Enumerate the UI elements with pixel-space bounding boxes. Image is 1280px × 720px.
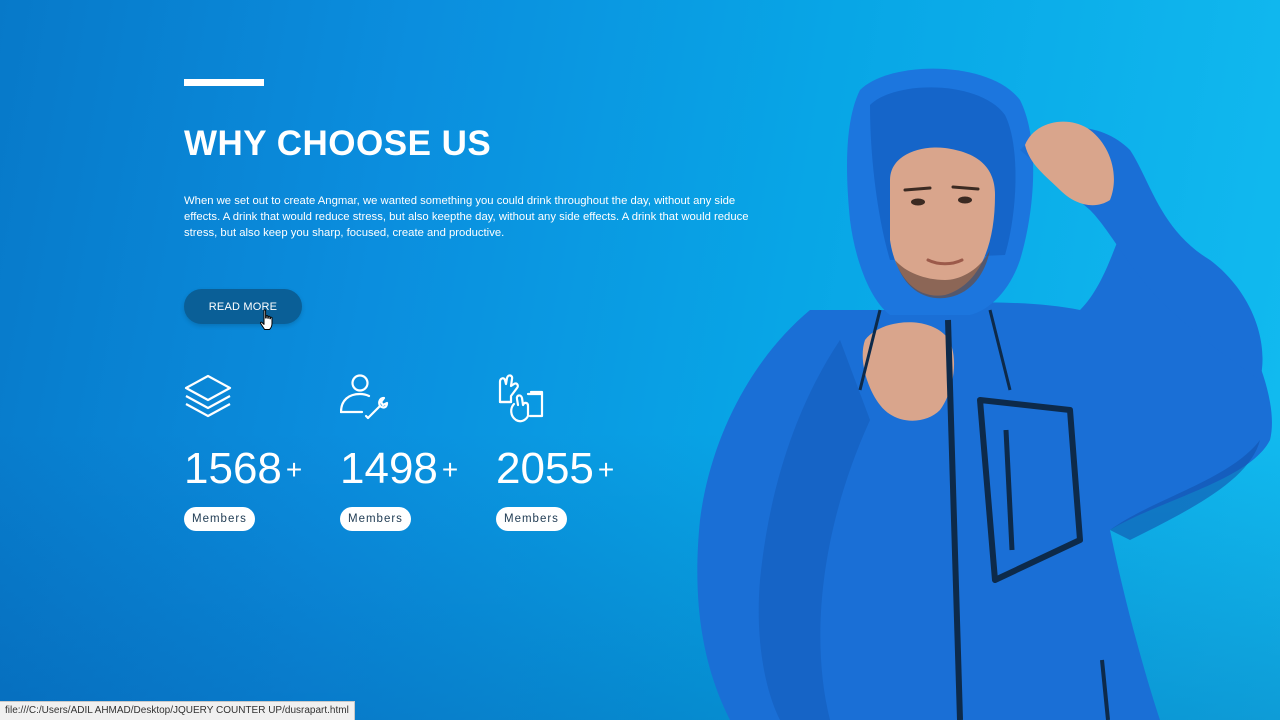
layers-icon: [184, 374, 232, 418]
user-wrench-icon: [340, 374, 389, 420]
hero-person-image: [697, 68, 1272, 720]
stat-count: 1568 +: [184, 444, 302, 494]
read-more-button[interactable]: READ MORE: [184, 289, 302, 324]
stat-suffix: +: [597, 454, 615, 485]
status-bar-url: file:///C:/Users/ADIL AHMAD/Desktop/JQUE…: [0, 701, 355, 720]
stat-label-badge: Members: [496, 507, 567, 531]
stat-value: 2055: [496, 444, 594, 493]
stat-count: 2055 +: [496, 444, 614, 494]
title-accent-bar: [184, 79, 264, 86]
page: WHY CHOOSE US When we set out to create …: [0, 0, 1280, 720]
stat-suffix: +: [441, 454, 459, 485]
gloves-icon: [498, 374, 544, 423]
section-title: WHY CHOOSE US: [184, 124, 492, 163]
stat-value: 1498: [340, 444, 438, 493]
stat-count: 1498 +: [340, 444, 458, 494]
stat-label-badge: Members: [184, 507, 255, 531]
stat-suffix: +: [285, 454, 303, 485]
hand-cursor-icon: [259, 309, 273, 330]
stat-value: 1568: [184, 444, 282, 493]
stat-label-badge: Members: [340, 507, 411, 531]
section-description: When we set out to create Angmar, we wan…: [184, 195, 749, 239]
